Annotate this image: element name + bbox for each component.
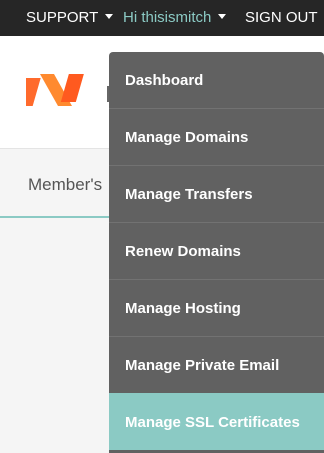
sign-out-link[interactable]: SIGN OUT (245, 0, 318, 36)
menu-item-manage-domains[interactable]: Manage Domains (109, 108, 324, 165)
account-menu[interactable]: Hi thisismitch (123, 0, 227, 36)
support-menu[interactable]: SUPPORT (26, 0, 114, 36)
menu-item-manage-transfers[interactable]: Manage Transfers (109, 165, 324, 222)
chevron-down-icon (218, 13, 227, 19)
member-tab[interactable]: Member's (28, 149, 102, 221)
top-bar: SUPPORT Hi thisismitch SIGN OUT (0, 0, 324, 36)
sign-out-label: SIGN OUT (245, 9, 318, 26)
account-dropdown: Dashboard Manage Domains Manage Transfer… (109, 52, 324, 453)
menu-item-dashboard[interactable]: Dashboard (109, 52, 324, 109)
logo[interactable] (26, 70, 98, 110)
menu-item-renew-domains[interactable]: Renew Domains (109, 222, 324, 279)
menu-item-manage-private-email[interactable]: Manage Private Email (109, 336, 324, 393)
chevron-down-icon (105, 13, 114, 19)
menu-item-manage-hosting[interactable]: Manage Hosting (109, 279, 324, 336)
support-label: SUPPORT (26, 9, 99, 26)
menu-item-manage-ssl-certificates[interactable]: Manage SSL Certificates (109, 393, 324, 450)
greeting-label: Hi thisismitch (123, 9, 212, 26)
